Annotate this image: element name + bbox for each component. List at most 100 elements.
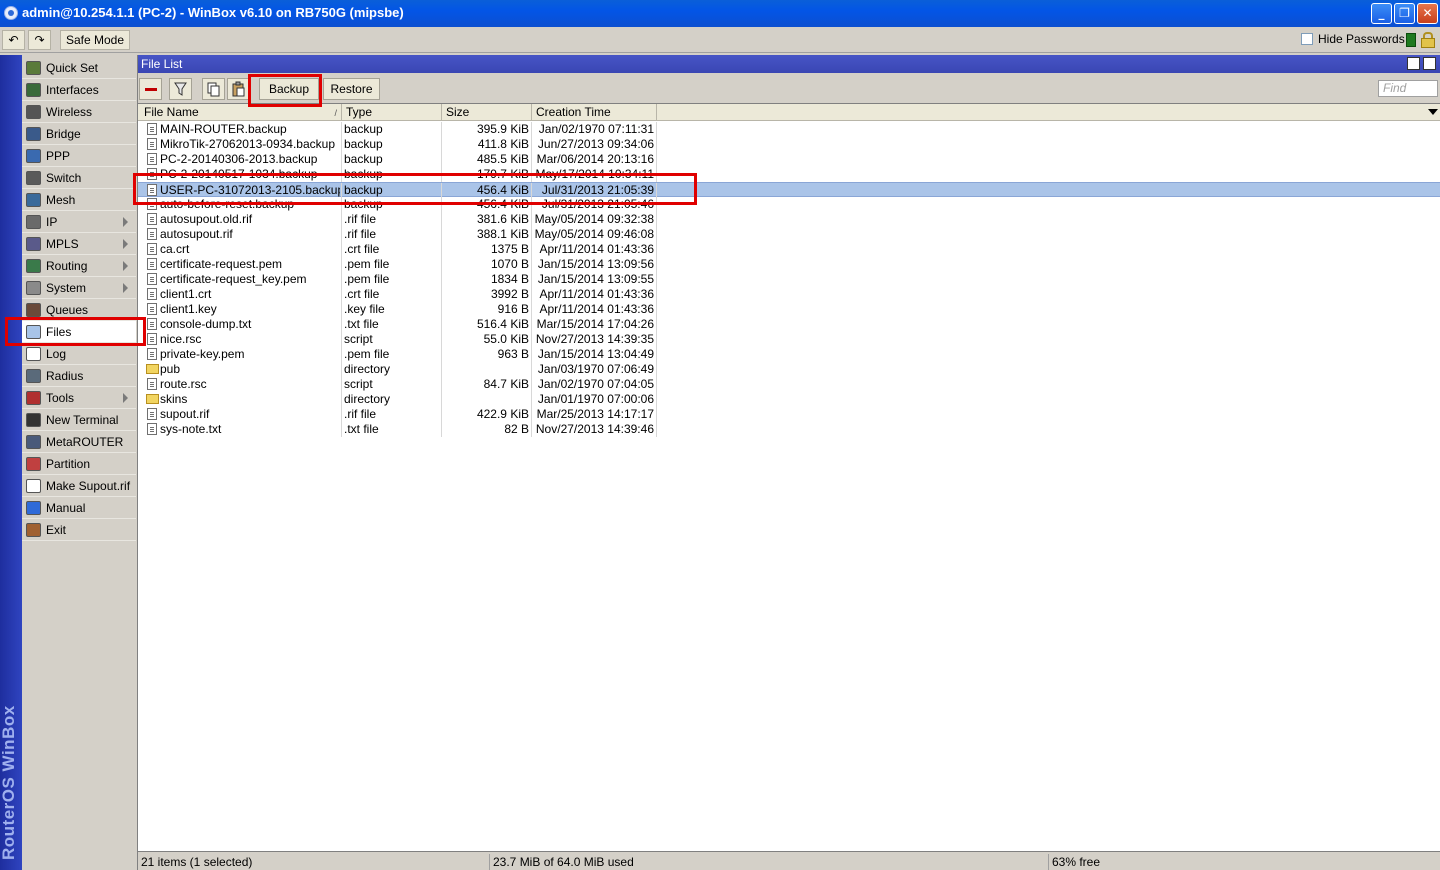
filter-button[interactable] [169,78,192,100]
sidebar-menu: Quick Set Interfaces Wireless Bridge PPP Swit… [22,55,136,870]
sidebar-item-files[interactable]: Files [22,321,136,343]
file-icon [147,348,157,360]
table-row[interactable]: console-dump.txt .txt file 516.4 KiB Mar/15… [138,317,1440,332]
table-row[interactable]: PC-2-20140306-2013.backup backup 485.5 KiB… [138,152,1440,167]
backup-button[interactable]: Backup [259,78,319,100]
ip-icon [26,215,41,229]
column-header-size[interactable]: Size [442,104,532,121]
sidebar-item-label: Wireless [46,105,93,119]
table-row[interactable]: supout.rif .rif file 422.9 KiB Mar/25/2013 … [138,407,1440,422]
status-item-count: 21 items (1 selected) [138,854,490,870]
hide-passwords-checkbox[interactable]: Hide Passwords [1301,32,1405,46]
table-row[interactable]: autosupout.old.rif .rif file 381.6 KiB May/… [138,212,1440,227]
table-row[interactable]: USER-PC-31072013-2105.backup backup 456.4 … [138,182,1440,198]
sidebar-item-wireless[interactable]: Wireless [22,101,136,123]
table-row[interactable]: sys-note.txt .txt file 82 B Nov/27/2013 14:… [138,422,1440,437]
winbox-app-icon [4,6,18,20]
sidebar-item-mesh[interactable]: Mesh [22,189,136,211]
file-size-cell: 381.6 KiB [476,212,529,226]
file-name-cell: client1.key [160,302,217,316]
sidebar-item-exit[interactable]: Exit [22,519,136,541]
paste-button[interactable] [227,78,250,100]
close-window-icon[interactable] [1423,57,1436,70]
file-name-cell: PC-2-20140517-1034.backup [160,167,318,181]
table-row[interactable]: certificate-request_key.pem .pem file 1834… [138,272,1440,287]
table-row[interactable]: ca.crt .crt file 1375 B Apr/11/2014 01:43:3… [138,242,1440,257]
restore-button[interactable]: Restore [323,78,380,100]
column-header-file-name[interactable]: File Name / [140,104,342,121]
undo-button[interactable]: ↶ [2,30,25,50]
sidebar-item-system[interactable]: System [22,277,136,299]
creation-time-cell: Jul/31/2013 21:05:46 [541,197,654,211]
table-row[interactable]: MAIN-ROUTER.backup backup 395.9 KiB Jan/02/… [138,122,1440,137]
creation-time-cell: Apr/11/2014 01:43:36 [539,302,654,316]
sidebar-item-bridge[interactable]: Bridge [22,123,136,145]
restore-window-icon[interactable] [1407,57,1420,70]
sidebar-item-routing[interactable]: Routing [22,255,136,277]
creation-time-cell: Jun/27/2013 09:34:06 [537,137,654,151]
table-row[interactable]: pub directory Jan/03/1970 07:06:49 [138,362,1440,377]
table-row[interactable]: route.rsc script 84.7 KiB Jan/02/1970 07:04… [138,377,1440,392]
minimize-button[interactable]: _ [1371,3,1392,24]
table-row[interactable]: client1.key .key file 916 B Apr/11/2014 01:… [138,302,1440,317]
find-input[interactable]: Find [1378,80,1438,97]
column-separator [656,152,657,167]
table-row[interactable]: private-key.pem .pem file 963 B Jan/15/2014… [138,347,1440,362]
redo-button[interactable]: ↷ [28,30,51,50]
column-separator [656,317,657,332]
sidebar-item-metarouter[interactable]: MetaROUTER [22,431,136,453]
safe-mode-button[interactable]: Safe Mode [60,30,130,50]
sidebar-item-label: Tools [46,391,75,405]
table-row[interactable]: autosupout.rif .rif file 388.1 KiB May/05/2… [138,227,1440,242]
file-name-cell: client1.crt [160,287,212,301]
file-name-cell: autosupout.old.rif [160,212,253,226]
column-separator [656,167,657,182]
table-row[interactable]: auto-before-reset.backup backup 456.4 KiB J… [138,197,1440,212]
checkbox-box[interactable] [1301,33,1313,45]
table-row[interactable]: certificate-request.pem .pem file 1070 B Ja… [138,257,1440,272]
file-type-cell: script [344,332,373,346]
column-header-type[interactable]: Type [342,104,442,121]
file-icon [147,198,157,210]
table-row[interactable]: client1.crt .crt file 3992 B Apr/11/2014 01… [138,287,1440,302]
sidebar-item-queues[interactable]: Queues [22,299,136,321]
file-icon [147,184,157,196]
file-name-cell: console-dump.txt [160,317,252,331]
column-menu-dropdown-icon[interactable] [1428,109,1438,115]
paste-icon [232,81,245,97]
table-row[interactable]: skins directory Jan/01/1970 07:00:06 [138,392,1440,407]
sidebar-item-ip[interactable]: IP [22,211,136,233]
tools-icon [26,391,41,405]
file-type-cell: backup [344,167,383,181]
terminal-icon [26,413,41,427]
sidebar-item-mpls[interactable]: MPLS [22,233,136,255]
sidebar-item-manual[interactable]: Manual [22,497,136,519]
file-type-cell: .txt file [344,317,379,331]
window-title: admin@10.254.1.1 (PC-2) - WinBox v6.10 o… [22,5,404,20]
sidebar-item-radius[interactable]: Radius [22,365,136,387]
redo-icon: ↷ [34,33,45,47]
sidebar-item-log[interactable]: Log [22,343,136,365]
sidebar-item-switch[interactable]: Switch [22,167,136,189]
table-row[interactable]: PC-2-20140517-1034.backup backup 179.7 KiB… [138,167,1440,182]
column-separator [341,362,342,377]
sidebar-item-make-supout-rif[interactable]: Make Supout.rif [22,475,136,497]
file-size-cell [441,362,529,377]
file-type-cell: .rif file [344,407,377,421]
sidebar-item-ppp[interactable]: PPP [22,145,136,167]
table-row[interactable]: MikroTik-27062013-0934.backup backup 411.8… [138,137,1440,152]
sidebar-item-label: Radius [46,369,84,383]
sidebar-item-interfaces[interactable]: Interfaces [22,79,136,101]
sidebar-item-tools[interactable]: Tools [22,387,136,409]
remove-button[interactable] [139,78,162,100]
copy-button[interactable] [202,78,225,100]
sidebar-item-new-terminal[interactable]: New Terminal [22,409,136,431]
column-header-creation-time[interactable]: Creation Time [532,104,657,121]
maximize-button[interactable]: ❐ [1394,3,1415,24]
table-row[interactable]: nice.rsc script 55.0 KiB Nov/27/2013 14:39:… [138,332,1440,347]
sidebar-item-quick-set[interactable]: Quick Set [22,57,136,79]
close-button[interactable]: ✕ [1417,3,1438,24]
hide-passwords-label: Hide Passwords [1318,32,1405,46]
column-separator [656,392,657,407]
sidebar-item-partition[interactable]: Partition [22,453,136,475]
